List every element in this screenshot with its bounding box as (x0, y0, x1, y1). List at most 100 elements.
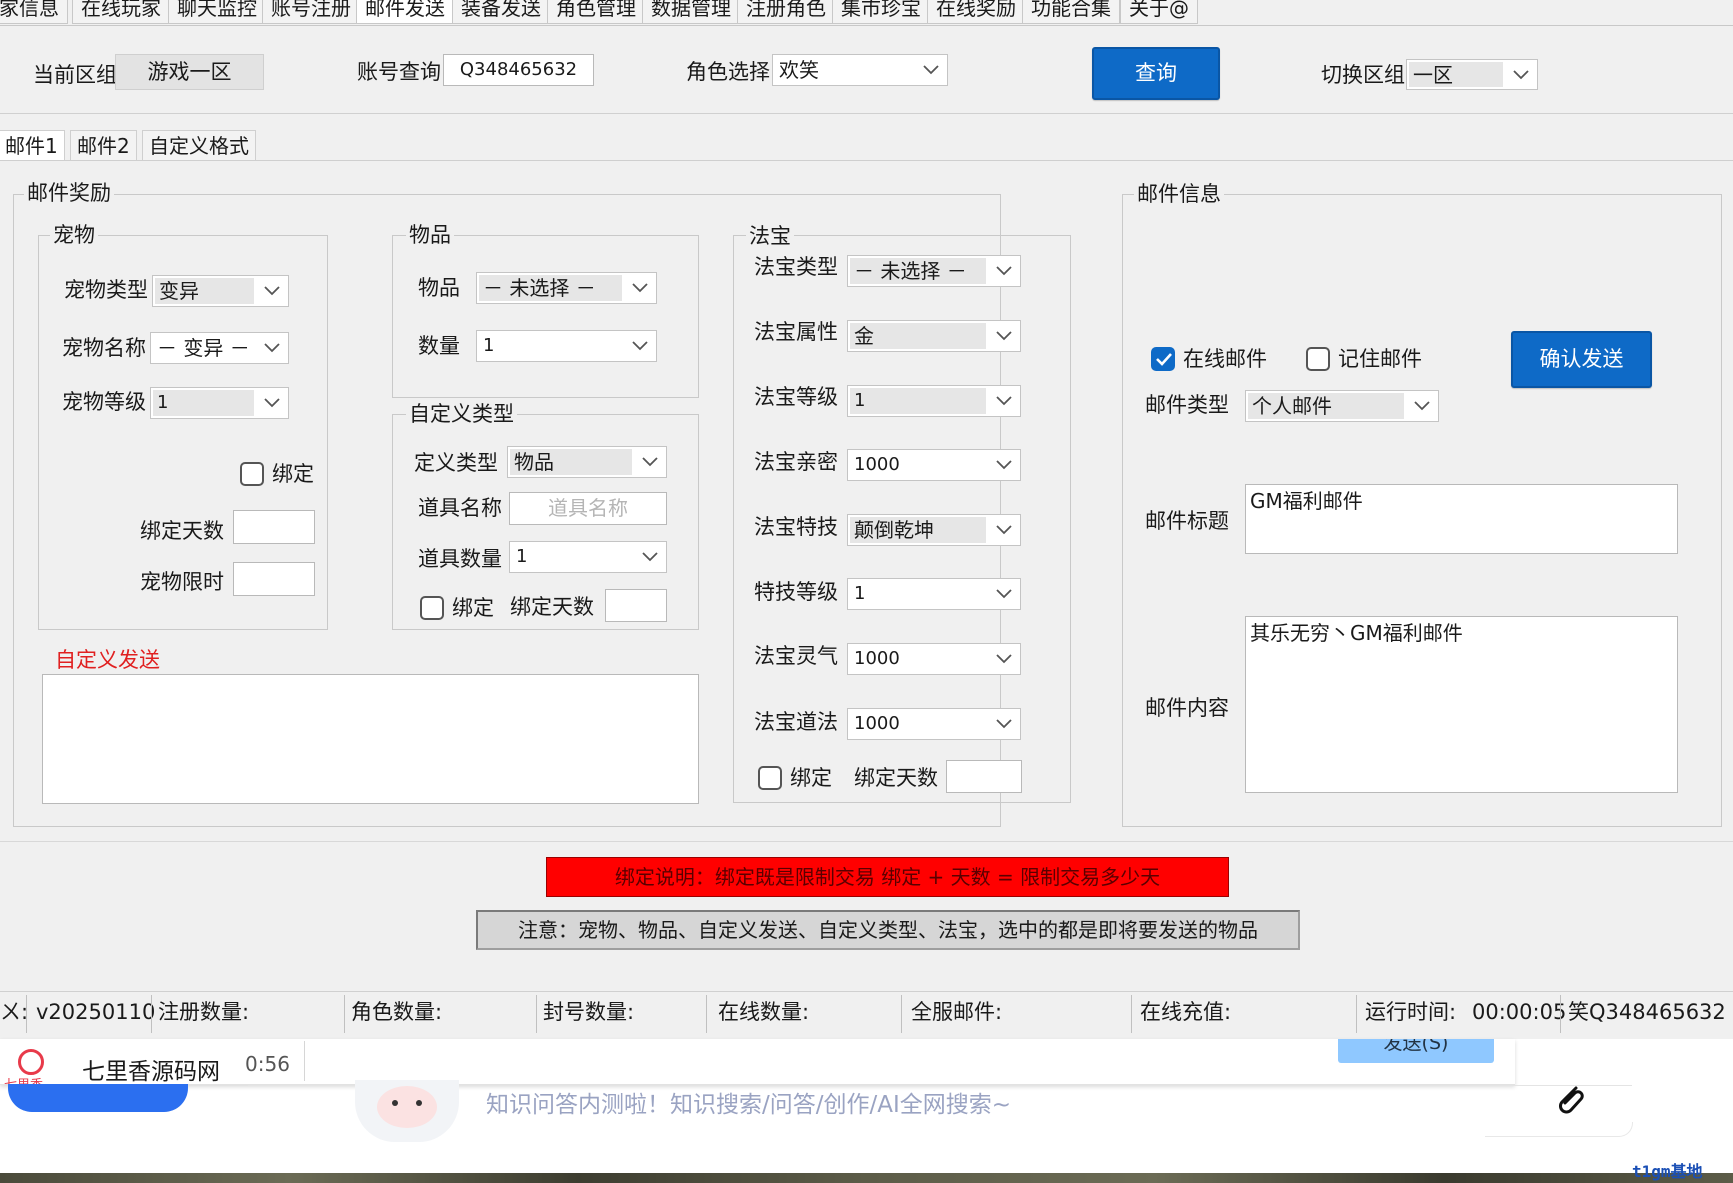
item-label: 物品 (418, 276, 460, 300)
paperclip-icon[interactable] (1552, 1080, 1588, 1116)
status-online-count: 在线数量: (718, 1000, 810, 1024)
treasure-dao-dropdown[interactable]: 1000 (847, 708, 1021, 740)
treasure-attr-dropdown[interactable]: 金 (847, 320, 1021, 352)
pet-name-dropdown[interactable]: － 变异 － (150, 332, 289, 364)
treasure-level-label: 法宝等级 (754, 385, 838, 409)
switch-zone-dropdown[interactable]: 一区 (1406, 59, 1538, 90)
treasure-type-label: 法宝类型 (754, 255, 838, 279)
item-qty-dropdown[interactable]: 1 (476, 330, 657, 362)
tab-player-info[interactable]: 家信息 (0, 0, 68, 24)
pet-bind-checkbox[interactable] (240, 462, 264, 486)
pet-type-label: 宠物类型 (64, 278, 148, 302)
custom-send-textarea[interactable] (42, 674, 699, 804)
tab-market-treasure[interactable]: 集市珍宝 (832, 0, 930, 24)
pet-level-value: 1 (153, 390, 254, 416)
taskbar-preview[interactable] (0, 1039, 1515, 1085)
tab-custom-format[interactable]: 自定义格式 (142, 130, 256, 161)
chevron-down-icon (1505, 60, 1537, 89)
skill-level-value: 1 (850, 581, 986, 607)
custom-send-label: 自定义发送 (55, 648, 160, 672)
treasure-level-dropdown[interactable]: 1 (847, 385, 1021, 417)
chevron-down-icon (988, 709, 1020, 739)
treasure-title: 法宝 (746, 223, 794, 249)
treasure-intimacy-value: 1000 (850, 452, 986, 478)
tab-about[interactable]: 关于@ (1120, 0, 1198, 24)
prop-qty-dropdown[interactable]: 1 (509, 541, 667, 573)
mail-type-dropdown[interactable]: 个人邮件 (1245, 390, 1439, 422)
tab-chat-monitor[interactable]: 聊天监控 (168, 0, 266, 24)
status-role-count: 角色数量: (351, 1000, 443, 1024)
taskbar-title: 七里香源码网 (82, 1059, 220, 1085)
treasure-type-dropdown[interactable]: － 未选择 － (847, 255, 1021, 287)
hidden-send-button[interactable]: 发送(S) (1338, 1039, 1494, 1063)
tab-mail-1[interactable]: 邮件1 (0, 130, 65, 161)
status-separator (536, 995, 537, 1033)
zone-group-field: 游戏一区 (115, 54, 264, 90)
treasure-intimacy-dropdown[interactable]: 1000 (847, 449, 1021, 481)
skill-level-dropdown[interactable]: 1 (847, 578, 1021, 610)
mail-content-textarea[interactable]: 其乐无穷丶GM福利邮件 (1245, 616, 1678, 793)
pet-title: 宠物 (50, 222, 98, 248)
tab-account-register[interactable]: 账号注册 (262, 0, 360, 24)
role-select-value: 欢笑 (775, 57, 913, 83)
mail-subject-input[interactable]: GM福利邮件 (1245, 484, 1678, 554)
zone-group-label: 当前区组 (33, 63, 117, 87)
tab-mail-send[interactable]: 邮件发送 (356, 0, 454, 24)
pet-limit-input[interactable] (233, 562, 315, 596)
role-select-dropdown[interactable]: 欢笑 (772, 54, 948, 86)
mascot-icon (355, 1080, 459, 1142)
tab-register-role[interactable]: 注册角色 (737, 0, 835, 24)
custom-type-dropdown[interactable]: 物品 (507, 446, 667, 478)
pet-type-dropdown[interactable]: 变异 (152, 275, 289, 307)
chevron-down-icon (988, 450, 1020, 480)
treasure-bind-checkbox[interactable] (758, 766, 782, 790)
chevron-down-icon (256, 276, 288, 306)
remember-mail-checkbox[interactable] (1306, 347, 1330, 371)
chevron-down-icon (988, 515, 1020, 545)
status-separator (901, 995, 902, 1033)
prop-qty-label: 道具数量 (418, 547, 502, 571)
account-query-label: 账号查询 (357, 60, 441, 84)
ai-prompt-text[interactable]: 知识问答内测啦！知识搜索/问答/创作/AI全网搜索~ (486, 1085, 1011, 1119)
chevron-down-icon (256, 388, 288, 418)
chevron-down-icon (988, 579, 1020, 609)
custom-bind-days-input[interactable] (605, 589, 667, 622)
divider (304, 1041, 305, 1081)
pet-bind-days-input[interactable] (233, 510, 315, 544)
skill-level-label: 特技等级 (754, 580, 838, 604)
tab-equip-send[interactable]: 装备发送 (452, 0, 550, 24)
online-mail-checkbox[interactable] (1151, 347, 1175, 371)
tab-online-reward[interactable]: 在线奖励 (927, 0, 1025, 24)
treasure-bind-days-input[interactable] (946, 760, 1022, 793)
status-ban-count: 封号数量: (543, 1000, 635, 1024)
tab-divider (0, 160, 1733, 161)
tab-function-collection[interactable]: 功能合集 (1022, 0, 1120, 24)
treasure-spirit-label: 法宝灵气 (754, 644, 838, 668)
treasure-spirit-dropdown[interactable]: 1000 (847, 643, 1021, 675)
prop-name-input[interactable]: 道具名称 (509, 492, 667, 525)
tab-online-players[interactable]: 在线玩家 (72, 0, 170, 24)
account-query-input[interactable]: Q348465632 (443, 54, 594, 86)
chevron-down-icon (1406, 391, 1438, 421)
query-button[interactable]: 查询 (1092, 47, 1220, 100)
treasure-intimacy-label: 法宝亲密 (754, 450, 838, 474)
confirm-send-button[interactable]: 确认发送 (1511, 331, 1652, 388)
custom-bind-checkbox[interactable] (420, 596, 444, 620)
mail-subject-label: 邮件标题 (1145, 509, 1229, 533)
pet-level-dropdown[interactable]: 1 (150, 387, 289, 419)
tab-data-manage[interactable]: 数据管理 (642, 0, 740, 24)
custom-bind-days-label: 绑定天数 (510, 595, 594, 619)
chevron-down-icon (634, 447, 666, 477)
prop-qty-value: 1 (512, 544, 632, 570)
chevron-down-icon (988, 386, 1020, 416)
tab-mail-2[interactable]: 邮件2 (70, 130, 137, 161)
treasure-skill-dropdown[interactable]: 颠倒乾坤 (847, 514, 1021, 546)
item-group (392, 235, 699, 398)
chevron-down-icon (256, 333, 288, 363)
status-separator (26, 995, 27, 1033)
prompt-box-edge (1485, 1122, 1633, 1137)
chevron-down-icon (988, 321, 1020, 351)
item-dropdown[interactable]: － 未选择 － (476, 272, 657, 304)
blue-pill-button[interactable] (8, 1084, 188, 1112)
tab-role-manage[interactable]: 角色管理 (547, 0, 645, 24)
